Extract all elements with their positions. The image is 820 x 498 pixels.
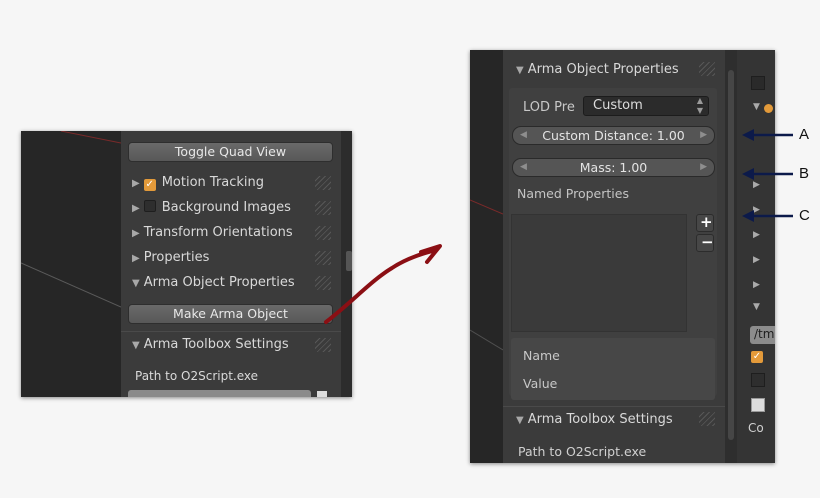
callout-label-a: A [799,126,810,143]
checkbox-checked-icon[interactable]: ✓ [751,351,763,363]
plus-icon: + [700,213,713,231]
add-property-button[interactable]: + [696,213,714,232]
checkbox-checked-icon[interactable] [143,179,156,191]
make-arma-object-button[interactable]: Make Arma Object [128,304,333,324]
expand-triangle-icon: ▶ [132,178,140,189]
collapse-triangle-icon: ▼ [132,340,140,351]
right-screenshot: ▼ Arma Object Properties LOD Pre Custom ▲… [470,50,775,463]
file-browse-icon[interactable] [317,391,327,397]
named-properties-list[interactable] [511,214,687,332]
named-properties-label: Named Properties [517,186,629,201]
callout-label-c: C [799,207,810,224]
collapse-triangle-icon: ▼ [516,65,524,76]
drag-handle-icon[interactable] [315,176,331,190]
checkbox-unchecked-icon[interactable] [143,200,156,212]
viewport-grid-lines [21,131,121,308]
viewport-grid-lines [470,199,503,351]
dropdown-value: Custom [593,98,643,113]
increment-arrow-icon[interactable]: ▶ [700,159,707,176]
arma-object-properties-header[interactable]: ▼ Arma Object Properties [516,62,679,77]
expand-triangle-icon: ▶ [753,205,760,215]
truncated-label: Co [748,421,764,435]
collapse-triangle-icon: ▼ [516,415,524,426]
path-fragment-text: /tm [754,327,775,341]
drag-handle-icon[interactable] [315,276,331,290]
arma-properties-panel: ▼ Arma Object Properties LOD Pre Custom ▲… [503,50,725,463]
expand-triangle-icon: ▶ [753,230,760,240]
drag-handle-icon[interactable] [315,201,331,215]
row-label: Motion Tracking [161,175,265,190]
expand-triangle-icon: ▶ [753,280,760,290]
value-label: Value [523,376,558,391]
expand-triangle-icon: ▼ [753,102,760,112]
expand-triangle-icon: ▶ [132,203,140,214]
arma-toolbox-settings-header[interactable]: ▼ Arma Toolbox Settings [516,412,673,427]
header-label: Arma Object Properties [527,62,679,77]
drag-handle-icon[interactable] [315,251,331,265]
collapse-triangle-icon: ▼ [132,278,140,289]
decrement-arrow-icon[interactable]: ◀ [520,127,527,144]
panel-row-transform-orientations[interactable]: ▶ Transform Orientations [132,225,293,240]
row-label: Properties [143,250,210,265]
field-text: Custom Distance: 1.00 [542,128,685,143]
drag-handle-icon[interactable] [699,412,715,426]
header-label: Arma Toolbox Settings [527,412,673,427]
drag-handle-icon[interactable] [315,226,331,240]
side-strip [341,131,352,397]
adjacent-row-icon [751,76,765,90]
path-label: Path to O2Script.exe [518,444,647,459]
left-screenshot: Toggle Quad View ▶ Motion Tracking ▶ Backg… [21,131,352,397]
scrollbar-thumb[interactable] [728,70,734,440]
expand-triangle-icon: ▶ [132,228,140,239]
custom-distance-field[interactable]: ◀ Custom Distance: 1.00 ▶ [512,126,715,145]
name-label: Name [523,348,560,363]
path-input[interactable] [128,390,311,397]
divider [121,331,341,332]
minus-icon: − [701,233,714,251]
tool-properties-panel: Toggle Quad View ▶ Motion Tracking ▶ Backg… [121,131,341,397]
scrollbar-thumb[interactable] [346,251,352,271]
lod-preset-dropdown[interactable]: Custom ▲ ▼ [583,96,709,116]
toggle-quad-view-button[interactable]: Toggle Quad View [128,142,333,162]
path-field-fragment[interactable]: /tm [750,326,775,344]
row-label: Arma Object Properties [143,275,295,290]
adjacent-panel: ▼ ▶ ▶ ▶ ▶ ▶ ▼ /tm ✓ Co [737,50,775,463]
divider [503,406,725,407]
orange-dot-icon [764,104,773,113]
remove-property-button[interactable]: − [696,233,714,252]
expand-triangle-icon: ▼ [753,302,760,312]
drag-handle-icon[interactable] [315,338,331,352]
image-file-icon[interactable] [751,398,765,412]
expand-triangle-icon: ▶ [753,180,760,190]
row-label: Transform Orientations [143,225,293,240]
3d-viewport[interactable] [21,131,121,397]
row-label: Background Images [161,200,291,215]
panel-scrollbar[interactable] [725,50,737,463]
panel-row-properties[interactable]: ▶ Properties [132,250,209,265]
drag-handle-icon[interactable] [699,62,715,76]
path-label: Path to O2Script.exe [135,369,259,383]
3d-viewport[interactable] [470,50,503,463]
panel-row-arma-toolbox-settings[interactable]: ▼ Arma Toolbox Settings [132,337,289,352]
checkbox-unchecked-icon[interactable] [751,373,765,387]
field-text: Mass: 1.00 [579,160,648,175]
increment-arrow-icon[interactable]: ▶ [700,127,707,144]
callout-label-b: B [799,165,810,182]
decrement-arrow-icon[interactable]: ◀ [520,159,527,176]
panel-row-background-images[interactable]: ▶ Background Images [132,200,291,215]
dropdown-arrows-icon: ▲ ▼ [696,96,703,115]
expand-triangle-icon: ▶ [753,255,760,265]
panel-row-arma-object-properties[interactable]: ▼ Arma Object Properties [132,275,295,290]
row-label: Arma Toolbox Settings [143,337,289,352]
expand-triangle-icon: ▶ [132,253,140,264]
panel-row-motion-tracking[interactable]: ▶ Motion Tracking [132,175,264,191]
lod-preset-label: LOD Pre [523,100,575,115]
mass-field[interactable]: ◀ Mass: 1.00 ▶ [512,158,715,177]
